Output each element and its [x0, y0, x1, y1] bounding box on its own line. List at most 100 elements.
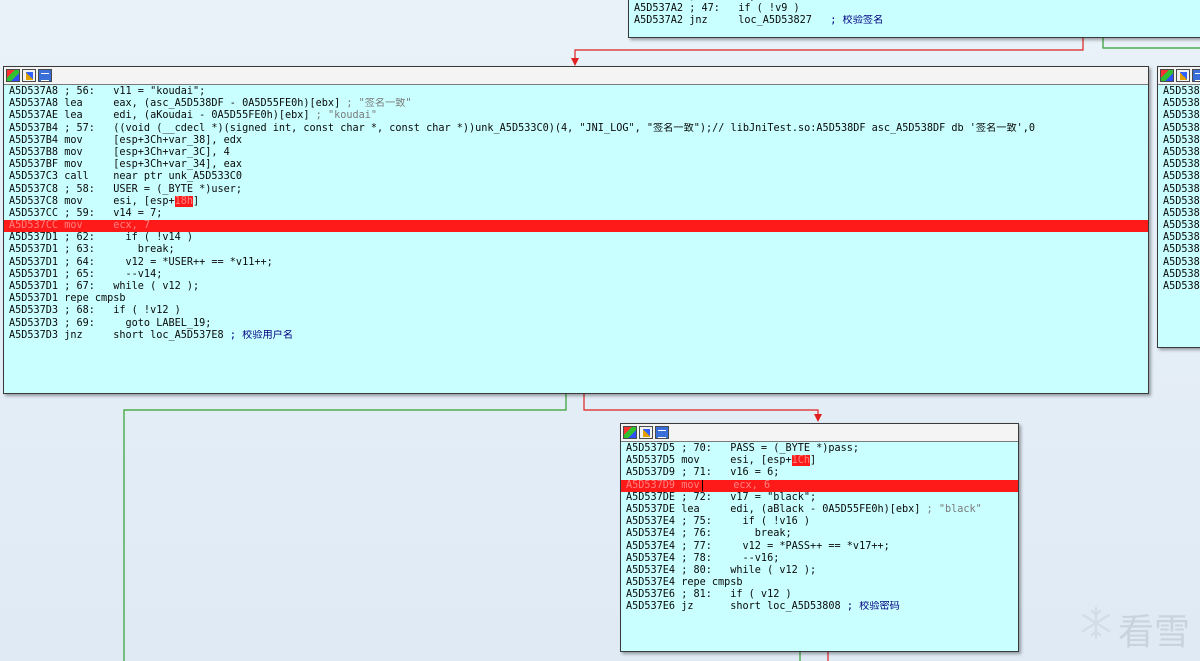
highlighted-operand: 1Ch [791, 455, 811, 467]
code-text: A5D538 [1163, 232, 1200, 244]
arrow-head-pass [814, 414, 822, 422]
code-line[interactable]: A5D537E4 ; 80: while ( v12 ); [621, 565, 1018, 577]
code-line-highlighted[interactable]: A5D537CC mov ecx, 7 [4, 220, 1148, 233]
code-line[interactable]: A5D537B8 mov [esp+3Ch+var_3C], 4 [4, 147, 1148, 159]
user-annotation: ; 校验密码 [846, 601, 900, 613]
code-text: A5D537A8 ; 56: v11 = "koudai"; [9, 86, 206, 97]
code-text: A5D538 [1163, 244, 1200, 256]
code-line[interactable]: A5D537D1 ; 62: if ( !v14 ) [4, 232, 1148, 244]
code-line[interactable]: A5D537E4 ; 75: if ( !v16 ) [621, 516, 1018, 528]
code-line-highlighted[interactable]: A5D537D9 mov ecx, 6 [621, 479, 1018, 492]
edit-node-icon[interactable] [22, 69, 36, 82]
code-text: A5D537D5 mov esi, [esp+ [626, 455, 792, 467]
code-text: A5D537A0 ; 46: cmp eax [634, 0, 787, 2]
code-text: A5D537E4 repe cmpsb [626, 577, 743, 589]
code-line[interactable]: A5D538 [1158, 257, 1200, 269]
code-text: ecx, 6 [702, 479, 771, 491]
code-text: A5D537B4 ; 57: ((void (__cdecl *)(signed… [9, 122, 1036, 134]
code-text: A5D537D3 jnz short loc_A5D537E8 [9, 329, 230, 341]
code-block-right[interactable]: A5D538 A5D538 A5D538 A5D538 A5D538 A5D538 A5D5… [1157, 66, 1200, 348]
code-line[interactable]: A5D537A2 jnz loc_A5D53827 ; 校验签名 [629, 15, 1200, 27]
code-block-pass[interactable]: A5D537D5 ; 70: PASS = (_BYTE *)pass; A5D5… [620, 423, 1019, 652]
code-line[interactable]: A5D537B4 mov [esp+3Ch+var_38], edx [4, 135, 1148, 147]
text-view-icon[interactable] [1192, 69, 1200, 82]
code-line[interactable]: A5D537A8 lea eax, (asc_A5D538DF - 0A5D55… [4, 98, 1148, 110]
code-line[interactable]: A5D537E4 ; 78: --v16; [621, 553, 1018, 565]
code-line[interactable]: A5D538 [1158, 110, 1200, 122]
code-line[interactable]: A5D537D1 ; 65: --v14; [4, 269, 1148, 281]
code-line[interactable]: A5D538 [1158, 281, 1200, 293]
edit-node-icon[interactable] [1176, 69, 1190, 82]
code-line[interactable]: A5D537A8 ; 56: v11 = "koudai"; [4, 86, 1148, 98]
code-line[interactable]: A5D537BF mov [esp+3Ch+var_34], eax [4, 159, 1148, 171]
code-line[interactable]: A5D538 [1158, 196, 1200, 208]
code-line[interactable]: A5D537DE ; 72: v17 = "black"; [621, 492, 1018, 504]
code-line[interactable]: A5D538 [1158, 86, 1200, 98]
code-text: A5D537BF mov [esp+3Ch+var_34], eax [9, 159, 243, 171]
code-text: A5D537D3 ; 69: goto LABEL_19; [9, 317, 212, 329]
text-view-icon[interactable] [655, 426, 669, 439]
code-text: A5D538 [1163, 159, 1200, 171]
code-block-main[interactable]: A5D537A8 ; 56: v11 = "koudai"; A5D537A8 l… [3, 66, 1149, 394]
code-text: A5D537D5 ; 70: PASS = (_BYTE *)pass; [626, 443, 860, 454]
graph-overview-icon[interactable] [6, 69, 20, 82]
code-line[interactable]: A5D537C8 mov esi, [esp+18h] [4, 195, 1148, 208]
code-line[interactable]: A5D537D3 jnz short loc_A5D537E8 ; 校验用户名 [4, 330, 1148, 342]
code-text: A5D538 [1163, 195, 1200, 207]
code-line[interactable]: A5D537D1 ; 64: v12 = *USER++ == *v11++; [4, 257, 1148, 269]
code-line[interactable]: A5D538 [1158, 171, 1200, 183]
code-line[interactable]: A5D537D1 ; 67: while ( v12 ); [4, 281, 1148, 293]
code-line[interactable]: A5D537DE lea edi, (aBlack - 0A5D55FE0h)[… [621, 504, 1018, 516]
string-comment: ; "签名一致" [346, 98, 412, 110]
code-line[interactable]: A5D537E6 jz short loc_A5D53808 ; 校验密码 [621, 601, 1018, 613]
code-line[interactable]: A5D537AE lea edi, (aKoudai - 0A5D55FE0h)… [4, 110, 1148, 122]
code-line[interactable]: A5D537C3 call near ptr unk_A5D533C0 [4, 171, 1148, 183]
code-line[interactable]: A5D537E4 ; 77: v12 = *PASS++ == *v17++; [621, 541, 1018, 553]
graph-overview-icon[interactable] [623, 426, 637, 439]
code-line[interactable]: A5D537CC ; 59: v14 = 7; [4, 208, 1148, 220]
code-line[interactable]: A5D538 [1158, 220, 1200, 232]
code-text: A5D537D1 ; 63: break; [9, 244, 175, 256]
code-line[interactable]: A5D537A2 ; 47: if ( !v9 ) [629, 3, 1200, 15]
text-view-icon[interactable] [38, 69, 52, 82]
edit-node-icon[interactable] [639, 426, 653, 439]
code-line[interactable]: A5D538 [1158, 232, 1200, 244]
code-line[interactable]: A5D538 [1158, 208, 1200, 220]
watermark-text: 看雪 [1118, 612, 1191, 653]
code-text: A5D537D1 ; 64: v12 = *USER++ == *v11++; [9, 256, 273, 268]
code-text: A5D538 [1163, 98, 1200, 110]
code-line[interactable]: A5D537D1 ; 63: break; [4, 244, 1148, 256]
code-line[interactable]: A5D538 [1158, 184, 1200, 196]
code-text: A5D538 [1163, 207, 1200, 219]
code-text: A5D537A2 jnz loc_A5D53827 [634, 15, 831, 27]
code-line[interactable]: A5D537D1 repe cmpsb [4, 293, 1148, 305]
code-line[interactable]: A5D537D9 ; 71: v16 = 6; [621, 467, 1018, 479]
code-line[interactable]: A5D538 [1158, 98, 1200, 110]
code-line[interactable]: A5D538 [1158, 244, 1200, 256]
code-text: ] [810, 455, 817, 467]
block-lines: A5D537A8 ; 56: v11 = "koudai"; A5D537A8 l… [4, 85, 1148, 344]
code-line[interactable]: A5D537B4 ; 57: ((void (__cdecl *)(signed… [4, 123, 1148, 135]
code-line[interactable]: A5D537D5 mov esi, [esp+1Ch] [621, 455, 1018, 467]
code-line[interactable]: A5D538 [1158, 147, 1200, 159]
code-line[interactable]: A5D538 [1158, 135, 1200, 147]
code-line[interactable]: A5D538 [1158, 269, 1200, 281]
code-text: A5D537D9 ; 71: v16 = 6; [626, 467, 780, 479]
code-line[interactable]: A5D538 [1158, 159, 1200, 171]
block-titlebar [621, 424, 1018, 442]
graph-overview-icon[interactable] [1160, 69, 1174, 82]
code-text: A5D538 [1163, 134, 1200, 146]
code-line[interactable]: A5D537D3 ; 69: goto LABEL_19; [4, 318, 1148, 330]
code-line[interactable]: A5D537D5 ; 70: PASS = (_BYTE *)pass; [621, 443, 1018, 455]
code-text: A5D537A8 lea eax, (asc_A5D538DF - 0A5D55… [9, 98, 347, 110]
code-line[interactable]: A5D538 [1158, 123, 1200, 135]
block-titlebar [4, 67, 1148, 85]
code-line[interactable]: A5D537E6 ; 81: if ( v12 ) [621, 589, 1018, 601]
user-annotation: ; 校验用户名 [229, 329, 294, 341]
code-line[interactable]: A5D537D3 ; 68: if ( !v12 ) [4, 305, 1148, 317]
code-block-top[interactable]: A5D537A0 ; 46: cmp eaxA5D537A2 ; 47: if … [628, 0, 1200, 38]
string-comment: ; "koudai" [315, 110, 378, 122]
code-line[interactable]: A5D537C8 ; 58: USER = (_BYTE *)user; [4, 184, 1148, 196]
code-line[interactable]: A5D537E4 ; 76: break; [621, 528, 1018, 540]
code-line[interactable]: A5D537E4 repe cmpsb [621, 577, 1018, 589]
